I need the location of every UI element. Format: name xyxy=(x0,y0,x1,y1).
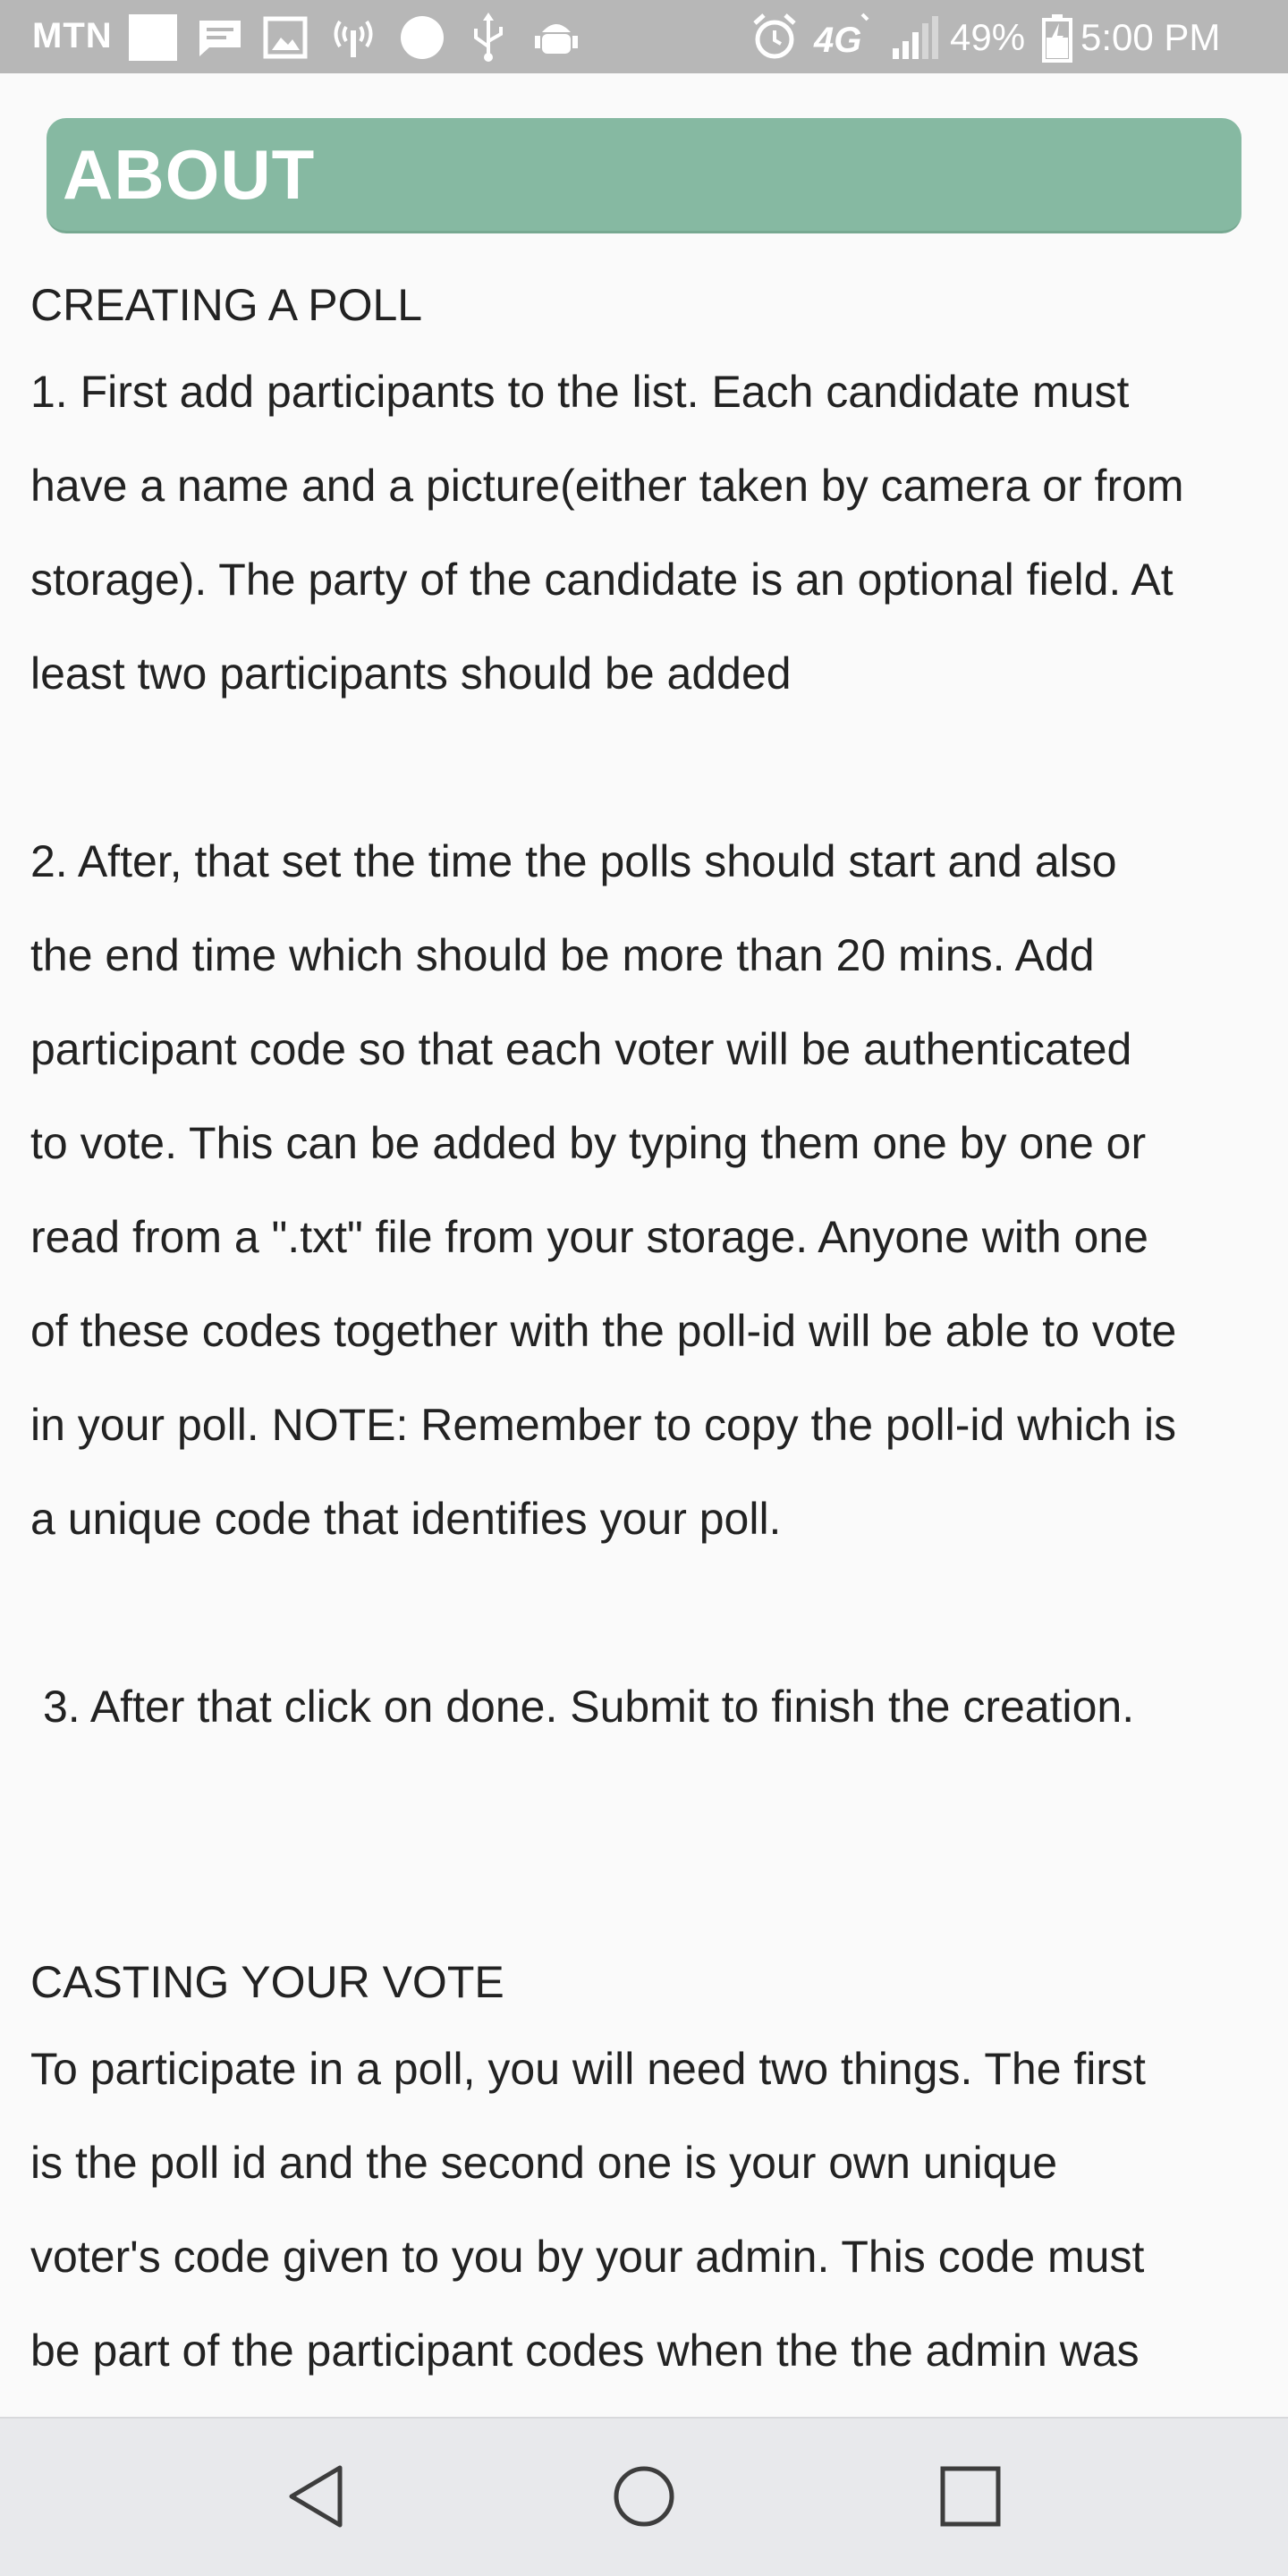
circle-icon xyxy=(399,14,445,65)
network-4g-icon: 4G xyxy=(812,11,875,65)
status-bar: MTN 4G 49% 5:00 PM xyxy=(0,0,1288,73)
message-icon xyxy=(197,18,243,64)
header-banner: ABOUT xyxy=(47,118,1241,233)
android-debug-icon xyxy=(533,14,580,65)
section-heading-creating-poll: CREATING A POLL xyxy=(30,280,423,330)
carrier-label: MTN xyxy=(32,16,113,55)
image-icon xyxy=(263,16,308,64)
alarm-icon xyxy=(751,13,798,65)
step-3-text: 3. After that click on done. Submit to f… xyxy=(43,1682,1135,1732)
step-1-text: 1. First add participants to the list. E… xyxy=(30,367,1184,699)
svg-text:4G: 4G xyxy=(813,21,861,60)
home-icon xyxy=(612,2464,676,2533)
recents-icon xyxy=(939,2465,1002,2532)
home-button[interactable] xyxy=(572,2419,716,2576)
section-heading-casting-vote: CASTING YOUR VOTE xyxy=(30,1957,504,2007)
clock: 5:00 PM xyxy=(1080,16,1221,58)
signal-icon xyxy=(891,14,941,65)
sim-icon xyxy=(127,13,179,67)
casting-vote-text: To participate in a poll, you will need … xyxy=(30,2044,1146,2376)
battery-icon xyxy=(1041,13,1073,67)
back-icon xyxy=(284,2462,347,2535)
screen: MTN 4G 49% 5:00 PM ABOUT CREATING A POLL… xyxy=(0,0,1288,2576)
page-title: ABOUT xyxy=(63,135,316,214)
hotspot-icon xyxy=(329,14,377,65)
recents-button[interactable] xyxy=(899,2419,1042,2576)
about-content: CREATING A POLL 1. First add participant… xyxy=(30,265,1265,2398)
usb-icon xyxy=(469,13,508,67)
navigation-bar xyxy=(0,2417,1288,2576)
battery-percent: 49% xyxy=(950,16,1026,58)
back-button[interactable] xyxy=(244,2419,387,2576)
step-2-text: 2. After, that set the time the polls sh… xyxy=(30,836,1177,1544)
